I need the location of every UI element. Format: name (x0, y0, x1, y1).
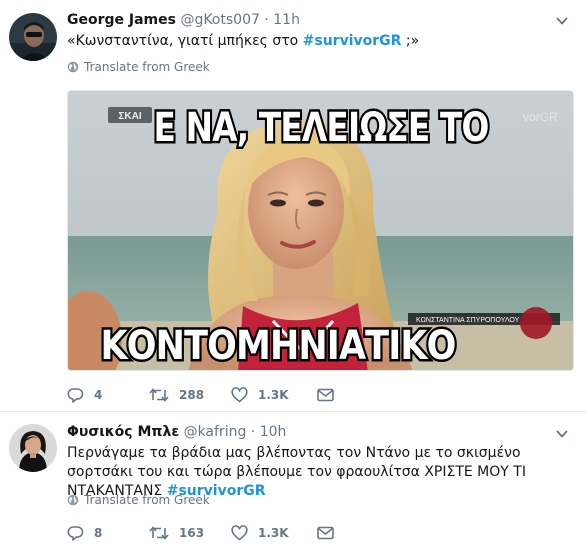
translate-link[interactable]: Translate from Greek (67, 493, 210, 507)
chevron-down-icon[interactable] (556, 428, 568, 440)
retweet-icon (149, 526, 169, 540)
globe-icon (67, 494, 79, 506)
tweet-actions: 4 288 1.3K (67, 387, 334, 403)
reply-count: 8 (94, 526, 103, 540)
direct-message-button[interactable] (317, 526, 334, 540)
globe-icon (67, 61, 79, 73)
tweet-text-body: Περνάγαμε τα βράδια μας βλέποντας τον Ντ… (67, 445, 526, 499)
like-icon (231, 387, 248, 403)
display-name[interactable]: Φυσικός Μπλε (67, 424, 179, 440)
chevron-down-icon[interactable] (556, 15, 568, 27)
translate-label: Translate from Greek (84, 60, 210, 74)
retweet-button[interactable]: 288 (149, 387, 231, 403)
avatar[interactable] (9, 13, 57, 61)
tweet-actions: 8 163 1.3K (67, 525, 334, 541)
retweet-count: 288 (179, 388, 205, 402)
translate-link[interactable]: Translate from Greek (67, 60, 210, 74)
tweet-text-tail: ;» (401, 33, 420, 49)
like-icon (231, 525, 248, 541)
reply-button[interactable]: 4 (67, 387, 149, 403)
tweet-media[interactable]: ΣΚΑΙ vorGR ΚΩΝΣΤΑΝΤΙΝΑ ΣΠΥΡΟΠΟΥΛΟΥ Ε ΝΑ,… (67, 90, 574, 371)
direct-message-button[interactable] (317, 388, 334, 402)
like-button[interactable]: 1.3K (231, 387, 317, 403)
username[interactable]: @gKots007 (180, 12, 259, 28)
tweet-header: George James @gKots007 · 11h (67, 12, 300, 28)
separator-dot: · (250, 424, 256, 440)
retweet-icon (149, 388, 169, 402)
retweet-button[interactable]: 163 (149, 525, 231, 541)
tweet-text-body: «Κωνσταντίνα, γιατί μπήκες στο (67, 33, 303, 49)
like-button[interactable]: 1.3K (231, 525, 317, 541)
tweet-text: «Κωνσταντίνα, γιατί μπήκες στο #survivor… (67, 32, 572, 51)
retweet-count: 163 (179, 526, 205, 540)
reply-button[interactable]: 8 (67, 525, 149, 541)
username[interactable]: @kafring (184, 424, 247, 440)
timestamp[interactable]: 11h (273, 12, 300, 28)
separator-dot: · (264, 12, 269, 28)
timestamp[interactable]: 10h (260, 424, 287, 440)
channel-logo: ΣΚΑΙ (118, 111, 141, 122)
meme-top-caption: Ε ΝΑ, ΤΕΛΕΙΩΣΕ ΤΟ (154, 105, 489, 151)
reply-icon (67, 388, 84, 403)
like-count: 1.3K (258, 526, 289, 540)
like-count: 1.3K (258, 388, 289, 402)
meme-bottom-caption: ΚΟΝΤΟΜΗΝΙΑΤΙΚΟ (101, 323, 456, 369)
reply-count: 4 (94, 388, 103, 402)
translate-label: Translate from Greek (84, 493, 210, 507)
tweet[interactable]: George James @gKots007 · 11h «Κωνσταντίν… (0, 0, 586, 411)
hashtag-link[interactable]: #survivorGR (303, 33, 402, 49)
media-image: ΣΚΑΙ vorGR ΚΩΝΣΤΑΝΤΙΝΑ ΣΠΥΡΟΠΟΥΛΟΥ Ε ΝΑ,… (68, 91, 573, 370)
avatar[interactable] (9, 424, 57, 472)
dm-icon (317, 388, 334, 402)
display-name[interactable]: George James (67, 12, 176, 28)
watermark-text: vorGR (523, 110, 558, 124)
reply-icon (67, 526, 84, 541)
dm-icon (317, 526, 334, 540)
tweet-header: Φυσικός Μπλε @kafring · 10h (67, 424, 286, 440)
